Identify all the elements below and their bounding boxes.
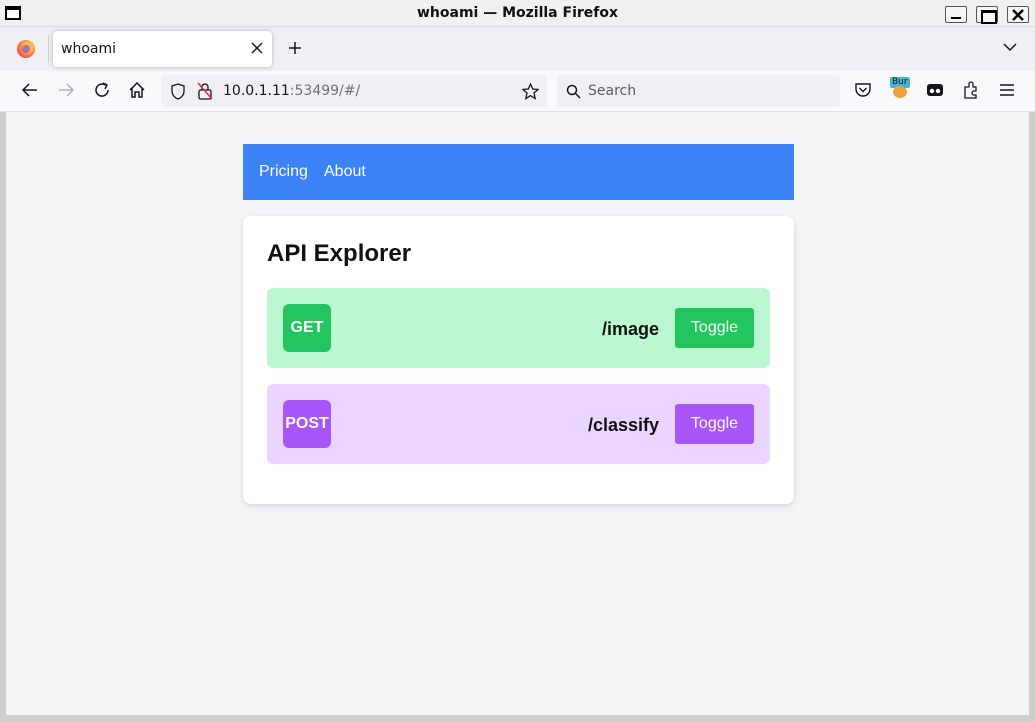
close-tab-icon[interactable] (250, 41, 264, 55)
maximize-button[interactable] (976, 6, 998, 24)
toggle-button-get-image[interactable]: Toggle (675, 308, 754, 348)
url-host: 10.0.1.11 (223, 83, 290, 99)
url-bar[interactable]: 10.0.1.11:53499/#/ (161, 75, 547, 107)
window-border-right (1029, 112, 1035, 721)
tab-strip: whoami (0, 27, 1035, 71)
pocket-icon[interactable] (854, 81, 872, 99)
api-explorer-card: API Explorer GET /image Toggle POST /cla… (243, 216, 794, 504)
close-window-button[interactable] (1007, 6, 1029, 23)
back-icon[interactable] (21, 81, 39, 99)
burp-face-icon (893, 86, 907, 98)
page-viewport: Pricing About API Explorer GET /image To… (6, 112, 1029, 715)
method-badge-get: GET (283, 304, 331, 352)
insecure-lock-icon[interactable] (197, 82, 213, 100)
reload-icon[interactable] (93, 81, 111, 99)
close-icon (1012, 9, 1024, 21)
endpoint-path: /image (601, 319, 659, 339)
site-nav: Pricing About (243, 144, 794, 200)
search-icon (566, 84, 581, 99)
tab-whoami[interactable]: whoami (53, 31, 272, 67)
nav-link-about[interactable]: About (324, 163, 366, 181)
tab-separator (48, 35, 49, 63)
shield-icon[interactable] (170, 83, 186, 100)
endpoint-row-get-image: GET /image Toggle (267, 288, 770, 368)
page-title: API Explorer (267, 240, 412, 267)
url-text[interactable]: 10.0.1.11:53499/#/ (223, 83, 360, 99)
nav-link-pricing[interactable]: Pricing (259, 163, 308, 181)
window-title: whoami — Mozilla Firefox (416, 5, 619, 21)
navigation-toolbar: 10.0.1.11:53499/#/ Search Bur (0, 71, 1035, 112)
burp-extension-icon[interactable]: Bur (890, 77, 912, 99)
window-border-bottom (0, 715, 1035, 721)
method-badge-post: POST (283, 400, 331, 448)
container-extension-icon[interactable] (926, 81, 944, 99)
search-bar[interactable]: Search (557, 75, 840, 107)
url-rest: :53499/#/ (289, 83, 361, 99)
bookmark-star-icon[interactable] (522, 83, 539, 100)
firefox-view-icon[interactable] (17, 40, 35, 58)
endpoint-row-post-classify: POST /classify Toggle (267, 384, 770, 464)
minimize-button[interactable] (945, 6, 967, 23)
toggle-button-post-classify[interactable]: Toggle (675, 404, 754, 444)
endpoint-path: /classify (587, 415, 659, 435)
list-all-tabs-icon[interactable] (1003, 42, 1017, 52)
menu-icon[interactable] (998, 81, 1016, 99)
tab-label: whoami (61, 41, 116, 57)
extensions-icon[interactable] (962, 81, 980, 99)
search-placeholder: Search (588, 83, 637, 99)
window-titlebar: whoami — Mozilla Firefox (0, 0, 1035, 27)
forward-icon[interactable] (57, 81, 75, 99)
home-icon[interactable] (128, 81, 146, 99)
new-tab-icon[interactable] (286, 39, 304, 57)
